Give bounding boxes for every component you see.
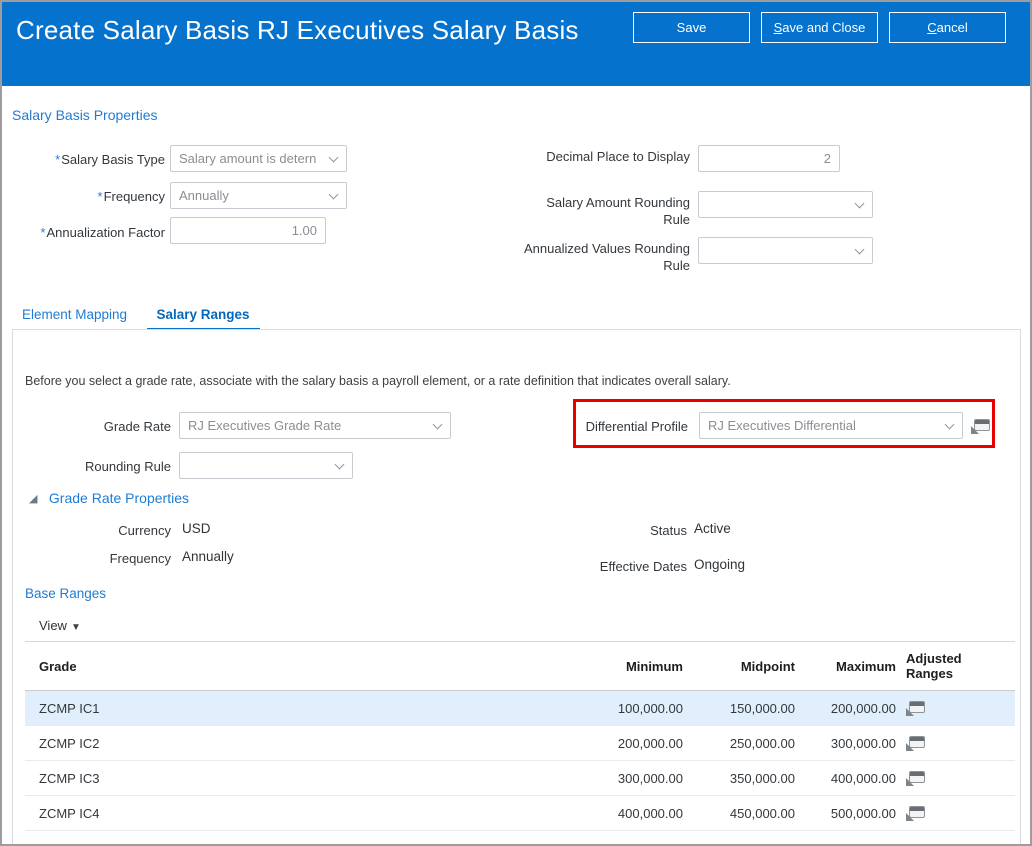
header-actions: Save Save and Close Cancel [633,12,1006,43]
minimum-cell: 300,000.00 [617,770,683,786]
adjusted-ranges-cell [896,700,1015,718]
midpoint-cell: 250,000.00 [729,735,795,751]
chevron-down-icon [854,244,865,255]
midpoint-cell: 450,000.00 [729,805,795,821]
maximum-cell: 300,000.00 [830,735,896,751]
base-ranges-table: Grade Minimum Midpoint Maximum Adjusted … [25,641,1015,831]
adjusted-ranges-cell [896,735,1015,753]
grade-rate-frequency-label: Frequency [109,551,171,566]
adjusted-ranges-cell [896,805,1015,823]
decimal-place-label: Decimal Place to Display [546,149,690,164]
grade-rate-label: Grade Rate [103,419,171,434]
differential-profile-dropdown[interactable]: RJ Executives Differential [699,412,963,439]
maximum-cell: 400,000.00 [830,770,896,786]
salary-ranges-panel: Before you select a grade rate, associat… [12,329,1021,844]
page-header-banner: Create Salary Basis RJ Executives Salary… [2,2,1030,86]
annualization-factor-label: Annualization Factor [2,224,165,241]
grade-cell: ZCMP IC4 [39,805,100,821]
adjusted-ranges-icon[interactable] [905,806,925,823]
status-label: Status [650,523,687,538]
grade-cell: ZCMP IC2 [39,735,100,751]
column-header-minimum[interactable]: Minimum [568,659,683,674]
decimal-place-input[interactable]: 2 [698,145,840,172]
base-ranges-heading: Base Ranges [25,586,107,601]
minimum-cell: 100,000.00 [617,700,683,716]
create-salary-basis-window: Create Salary Basis RJ Executives Salary… [0,0,1032,846]
differential-profile-detail-icon[interactable] [970,419,990,436]
currency-label: Currency [118,523,171,538]
frequency-label: Frequency [2,188,165,205]
page-title: Create Salary Basis RJ Executives Salary… [16,15,579,45]
grade-rate-info-text: Before you select a grade rate, associat… [25,374,731,388]
differential-profile-label: Differential Profile [585,419,688,434]
cancel-button[interactable]: Cancel [889,12,1006,43]
annualization-factor-input[interactable]: 1.00 [170,217,326,244]
maximum-cell: 500,000.00 [830,805,896,821]
grade-rate-frequency-value: Annually [182,549,234,564]
table-row[interactable]: ZCMP IC2 200,000.00 250,000.00 300,000.0… [25,726,1015,761]
grade-rate-dropdown[interactable]: RJ Executives Grade Rate [179,412,451,439]
grade-rate-properties-title: Grade Rate Properties [48,490,189,506]
tab-bar: Element Mapping Salary Ranges [12,303,1020,333]
chevron-down-icon [328,189,339,200]
caret-down-icon: ▼ [70,622,81,633]
adjusted-ranges-icon[interactable] [905,701,925,718]
frequency-dropdown[interactable]: Annually [170,182,347,209]
adjusted-ranges-icon[interactable] [905,771,925,788]
column-header-maximum[interactable]: Maximum [795,659,896,674]
chevron-down-icon [328,152,339,163]
table-body: ZCMP IC1 100,000.00 150,000.00 200,000.0… [25,691,1015,831]
annualized-values-rounding-dropdown[interactable] [698,237,873,264]
rounding-rule-dropdown[interactable] [179,452,353,479]
table-row[interactable]: ZCMP IC1 100,000.00 150,000.00 200,000.0… [25,691,1015,726]
minimum-cell: 400,000.00 [617,805,683,821]
minimum-cell: 200,000.00 [617,735,683,751]
salary-basis-properties-heading: Salary Basis Properties [12,107,158,123]
currency-value: USD [182,521,211,536]
midpoint-cell: 350,000.00 [729,770,795,786]
save-and-close-button[interactable]: Save and Close [761,12,878,43]
grade-cell: ZCMP IC3 [39,770,100,786]
chevron-down-icon [432,419,443,430]
column-header-midpoint[interactable]: Midpoint [683,659,795,674]
grade-cell: ZCMP IC1 [39,700,100,716]
salary-basis-type-label: Salary Basis Type [2,151,165,168]
midpoint-cell: 150,000.00 [729,700,795,716]
annualized-values-rounding-label: Annualized Values Rounding Rule [524,241,690,273]
save-button[interactable]: Save [633,12,750,43]
adjusted-ranges-icon[interactable] [905,736,925,753]
maximum-cell: 200,000.00 [830,700,896,716]
salary-basis-type-dropdown[interactable]: Salary amount is detern [170,145,347,172]
table-row[interactable]: ZCMP IC4 400,000.00 450,000.00 500,000.0… [25,796,1015,831]
tab-element-mapping[interactable]: Element Mapping [12,303,137,328]
collapse-triangle-icon[interactable]: ◢ [29,493,37,505]
chevron-down-icon [944,419,955,430]
chevron-down-icon [854,198,865,209]
status-value: Active [694,521,731,536]
effective-dates-label: Effective Dates [599,559,687,574]
grade-rate-properties-header[interactable]: ◢ Grade Rate Properties [29,490,189,508]
column-header-adjusted-ranges[interactable]: Adjusted Ranges [896,651,968,681]
salary-amount-rounding-label: Salary Amount Rounding Rule [546,195,690,227]
chevron-down-icon [334,459,345,470]
column-header-grade[interactable]: Grade [25,659,568,674]
rounding-rule-label: Rounding Rule [84,459,171,474]
view-menu-button[interactable]: View ▼ [39,618,81,633]
effective-dates-value: Ongoing [694,557,746,572]
salary-amount-rounding-dropdown[interactable] [698,191,873,218]
table-row[interactable]: ZCMP IC3 300,000.00 350,000.00 400,000.0… [25,761,1015,796]
table-header-row: Grade Minimum Midpoint Maximum Adjusted … [25,642,1015,691]
adjusted-ranges-cell [896,770,1015,788]
